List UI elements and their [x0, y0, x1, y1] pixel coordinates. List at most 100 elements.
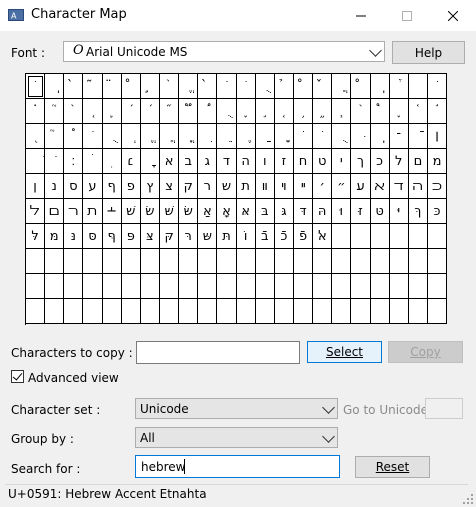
character-cell[interactable]: [102, 274, 122, 299]
character-cell[interactable]: טּ: [370, 199, 390, 224]
character-cell[interactable]: [427, 299, 448, 324]
character-cell[interactable]: ̀: [64, 74, 84, 99]
character-cell[interactable]: [370, 274, 390, 299]
character-cell[interactable]: [140, 249, 160, 274]
character-cell[interactable]: [274, 249, 294, 274]
character-cell[interactable]: ֱ: [179, 74, 199, 99]
character-cell[interactable]: יּ: [389, 199, 409, 224]
character-cell[interactable]: [332, 224, 352, 249]
character-cell[interactable]: [45, 299, 65, 324]
character-cell[interactable]: ׅ: [102, 149, 122, 174]
character-cell[interactable]: מ: [427, 149, 448, 174]
character-cell[interactable]: ׂ: [45, 149, 65, 174]
character-cell[interactable]: ̊: [293, 74, 314, 99]
character-cell[interactable]: [351, 224, 371, 249]
character-cell[interactable]: [140, 299, 160, 324]
character-cell[interactable]: ֥: [293, 99, 314, 124]
character-cell[interactable]: [293, 299, 314, 324]
character-cell[interactable]: נּ: [64, 224, 84, 249]
character-cell[interactable]: ֿ: [408, 124, 428, 149]
character-cell[interactable]: פ: [121, 174, 141, 199]
character-cell[interactable]: [427, 249, 448, 274]
character-cell[interactable]: פֿ: [293, 224, 314, 249]
character-set-dropdown[interactable]: Unicode: [135, 398, 338, 419]
character-cell[interactable]: [179, 249, 199, 274]
character-cell[interactable]: ׆: [121, 149, 141, 174]
character-cell[interactable]: ֞: [159, 99, 180, 124]
character-cell[interactable]: ֬: [427, 99, 448, 124]
character-cell[interactable]: ֤: [274, 99, 294, 124]
character-cell[interactable]: ̈: [102, 74, 122, 99]
character-cell[interactable]: [236, 249, 256, 274]
character-cell[interactable]: ֛: [102, 99, 122, 124]
character-cell[interactable]: ֻ: [332, 124, 352, 149]
character-cell[interactable]: בּ: [255, 199, 275, 224]
character-cell[interactable]: ֢: [236, 99, 256, 124]
character-cell[interactable]: [351, 274, 371, 299]
character-cell[interactable]: [198, 274, 218, 299]
character-cell[interactable]: ﬤ: [427, 174, 448, 199]
character-cell[interactable]: ﬥ: [26, 199, 46, 224]
character-cell[interactable]: ד: [217, 149, 237, 174]
character-cell[interactable]: ט: [313, 149, 333, 174]
character-cell[interactable]: ֯: [64, 124, 84, 149]
character-cell[interactable]: ׀: [427, 124, 448, 149]
character-cell[interactable]: וּ: [332, 199, 352, 224]
character-cell[interactable]: הּ: [313, 199, 333, 224]
character-cell[interactable]: שׂ: [140, 199, 160, 224]
character-cell[interactable]: [255, 299, 275, 324]
character-cell[interactable]: [26, 249, 46, 274]
character-cell[interactable]: ֺ: [236, 74, 256, 99]
character-cell[interactable]: ִ: [198, 124, 218, 149]
character-cell[interactable]: [332, 249, 352, 274]
search-input[interactable]: hebrew: [135, 455, 340, 478]
character-cell[interactable]: [389, 224, 409, 249]
character-cell[interactable]: [274, 299, 294, 324]
font-dropdown[interactable]: O Arial Unicode MS: [63, 41, 385, 62]
character-cell[interactable]: כ: [370, 149, 390, 174]
maximize-button[interactable]: [384, 0, 430, 31]
character-cell[interactable]: [236, 274, 256, 299]
character-cell[interactable]: ַ: [255, 124, 275, 149]
help-button[interactable]: Help: [392, 41, 465, 64]
character-cell[interactable]: ה: [236, 149, 256, 174]
character-cell[interactable]: ֨: [351, 99, 371, 124]
character-cell[interactable]: [427, 274, 448, 299]
character-cell[interactable]: [64, 249, 84, 274]
character-cell[interactable]: [313, 299, 333, 324]
character-cell[interactable]: ְ: [121, 124, 141, 149]
character-cell[interactable]: [217, 299, 237, 324]
character-cell[interactable]: [293, 274, 314, 299]
character-cell[interactable]: [370, 249, 390, 274]
character-cell[interactable]: ק: [179, 174, 199, 199]
character-cell[interactable]: [64, 274, 84, 299]
select-button[interactable]: Select: [307, 341, 382, 363]
character-cell[interactable]: [274, 274, 294, 299]
character-cell[interactable]: [408, 299, 428, 324]
character-cell[interactable]: אָ: [217, 199, 237, 224]
character-cell[interactable]: ש: [217, 174, 237, 199]
character-cell[interactable]: שׁ: [121, 199, 141, 224]
character-cell[interactable]: ס: [64, 174, 84, 199]
character-cell[interactable]: ֽ: [370, 124, 390, 149]
character-cell[interactable]: ̊: [121, 74, 141, 99]
character-cell[interactable]: ֙: [64, 99, 84, 124]
character-cell[interactable]: ֝: [140, 99, 160, 124]
character-cell[interactable]: [293, 249, 314, 274]
character-cell[interactable]: ּ: [351, 124, 371, 149]
character-cell[interactable]: [217, 249, 237, 274]
character-cell[interactable]: ־: [389, 124, 409, 149]
go-to-unicode-input[interactable]: [425, 398, 463, 419]
resize-grip-icon[interactable]: [463, 494, 473, 504]
character-cell[interactable]: ך: [351, 149, 371, 174]
character-cell[interactable]: [140, 274, 160, 299]
character-cell[interactable]: ֒: [389, 74, 409, 99]
character-cell[interactable]: [198, 249, 218, 274]
character-cell[interactable]: ׳: [313, 174, 333, 199]
character-cell[interactable]: ֗: [26, 99, 46, 124]
character-cell[interactable]: ﭏ: [313, 224, 333, 249]
character-cell[interactable]: מּ: [45, 224, 65, 249]
character-cell[interactable]: ֙: [159, 74, 180, 99]
character-cell[interactable]: ף: [102, 174, 122, 199]
character-cell[interactable]: ׃: [64, 149, 84, 174]
